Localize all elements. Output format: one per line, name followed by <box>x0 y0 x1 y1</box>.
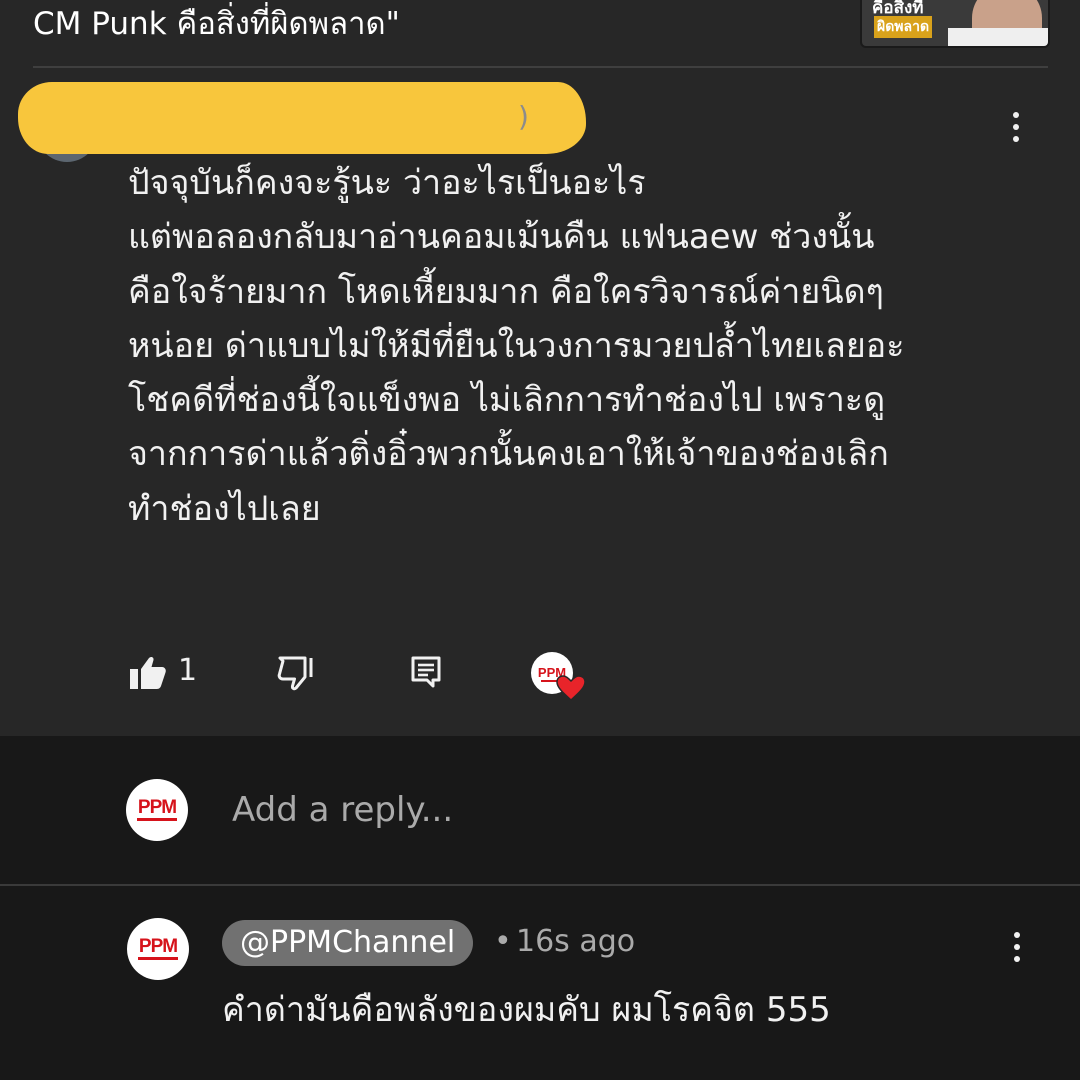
video-title[interactable]: CM Punk คือสิ่งที่ผิดพลาด" <box>33 0 400 48</box>
reply-button[interactable] <box>410 655 442 689</box>
redacted-username-marker <box>18 82 586 154</box>
more-vert-icon[interactable] <box>1004 112 1028 152</box>
reply-author-chip[interactable]: @PPMChannel <box>222 920 474 966</box>
avatar-logo-bar <box>138 957 178 960</box>
comment-line: คือใจร้ายมาก โหดเหี้ยมมาก คือใครวิจารณ์ค… <box>128 271 884 312</box>
avatar-logo-bar <box>137 818 177 821</box>
dislike-button[interactable] <box>275 655 315 691</box>
channel-avatar: PPM <box>126 779 188 841</box>
comment-line: โชคดีที่ช่องนี้ใจแข็งพอ ไม่เลิกการทำช่อง… <box>128 380 886 421</box>
like-button[interactable] <box>128 655 168 691</box>
reply-timestamp: 16s ago <box>516 924 636 959</box>
like-count: 1 <box>178 653 198 688</box>
avatar-logo-text: PPM <box>137 797 177 818</box>
comment-line: จากการด่าแล้วติ่งอิ๋วพวกนั้นคงเอาให้เจ้า… <box>128 434 889 475</box>
comment-line: ปัจจุบันก็คงจะรู้นะ ว่าอะไรเป็นอะไร <box>128 163 646 203</box>
comment-text: ปัจจุบันก็คงจะรู้นะ ว่าอะไรเป็นอะไร แต่พ… <box>128 156 1028 536</box>
comment-line: หน่อย ด่าแบบไม่ให้มีที่ยืนในวงการมวยปล้ำ… <box>128 325 905 366</box>
comment-line: ทำช่องไปเลย <box>128 488 321 529</box>
commenter-name-tail: ) <box>518 100 529 133</box>
thumbnail-caption-2: ผิดพลาด <box>874 16 933 38</box>
thumbnail-shirt <box>948 28 1048 46</box>
reply-text: คำด่ามันคือพลังของผมคับ ผมโรคจิต 555 <box>222 990 831 1030</box>
video-thumbnail[interactable]: คือสิ่งที่ ผิดพลาด <box>860 0 1050 48</box>
reply-author-avatar[interactable]: PPM <box>127 918 189 980</box>
creator-heart-icon: PPM <box>531 652 586 702</box>
thumb-down-icon <box>277 656 313 691</box>
reply-comment-icon <box>411 656 441 688</box>
divider <box>33 66 1048 68</box>
avatar-logo-text: PPM <box>138 936 178 957</box>
add-reply-input[interactable]: Add a reply... <box>232 790 453 830</box>
creator-heart-badge: PPM <box>530 652 588 702</box>
meta-separator: • <box>494 924 512 959</box>
comment-line: แต่พอลองกลับมาอ่านคอมเม้นคืน แฟนaew ช่วง… <box>128 217 875 258</box>
thumb-up-filled-icon <box>130 656 166 689</box>
more-vert-icon[interactable] <box>1005 932 1029 972</box>
